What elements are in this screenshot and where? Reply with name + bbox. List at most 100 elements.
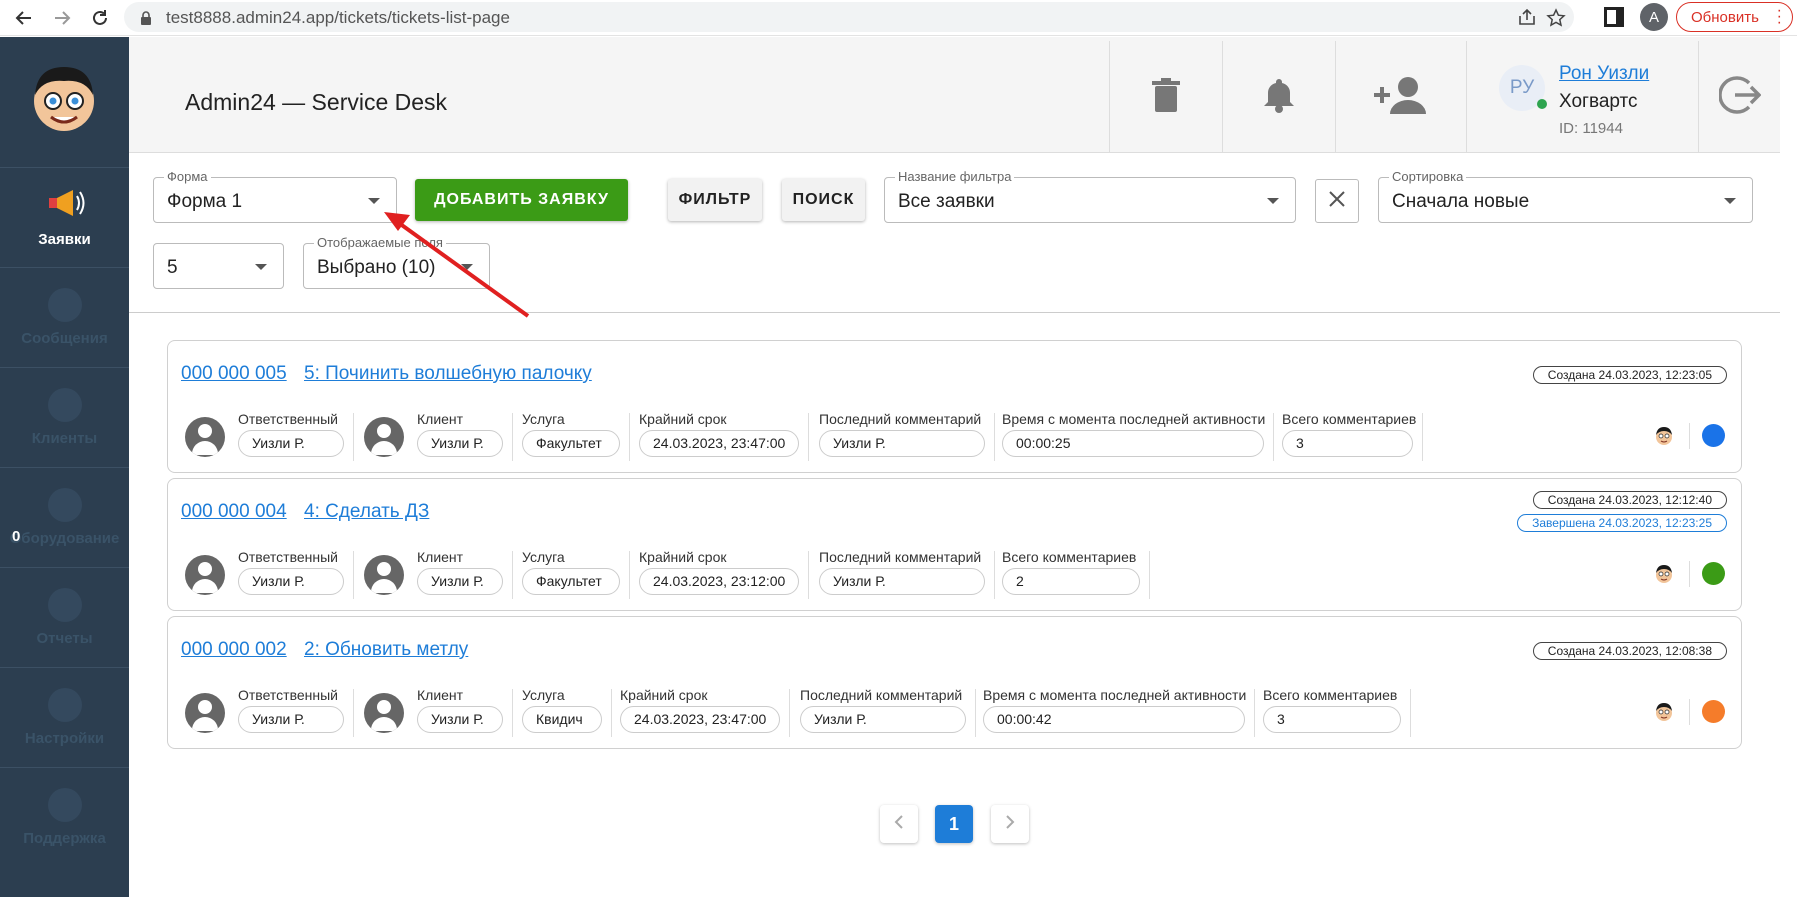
sidebar-label-tickets: Заявки xyxy=(38,230,91,248)
sidebar-item-messages[interactable]: Сообщения xyxy=(0,267,129,367)
sidebar-item-tickets[interactable]: Заявки xyxy=(0,167,129,267)
user-org: Хогвартс xyxy=(1559,91,1638,112)
search-button[interactable]: ПОИСК xyxy=(782,179,865,221)
sidebar-item-clients[interactable]: Клиенты xyxy=(0,367,129,467)
divider xyxy=(1689,423,1690,449)
divider xyxy=(1422,413,1423,461)
field-deadline: Крайний срок 24.03.2023, 23:12:00 xyxy=(639,549,799,595)
form-select-label: Форма xyxy=(164,169,211,184)
ticket-title-link[interactable]: 4: Сделать ДЗ xyxy=(304,501,429,523)
person-icon xyxy=(185,555,225,595)
divider xyxy=(808,413,809,461)
sidebar-label-settings: Настройки xyxy=(24,730,105,747)
filter-name-label: Название фильтра xyxy=(895,169,1015,184)
created-badge: Создана 24.03.2023, 12:08:38 xyxy=(1532,642,1727,660)
field-assignee: Ответственный Уизли Р. xyxy=(238,411,344,457)
divider xyxy=(512,413,513,461)
visible-fields-select[interactable]: Отображаемые поля Выбрано (10) xyxy=(303,235,490,289)
user-id: ID: 11944 xyxy=(1559,120,1623,137)
divider xyxy=(629,551,630,599)
app-header: Admin24 — Service Desk РУ Рон Уизли Хогв… xyxy=(129,37,1780,153)
equipment-icon xyxy=(47,488,82,522)
sidebar-badge: 0 xyxy=(12,528,21,545)
field-last-comment: Последний комментарий Уизли Р. xyxy=(819,411,985,457)
field-idle-time: Время с момента последней активности 00:0… xyxy=(983,687,1246,733)
field-service: Услуга Факультет xyxy=(522,549,620,595)
address-bar[interactable]: test8888.admin24.app/tickets/tickets-lis… xyxy=(124,2,1574,32)
form-select-value: Форма 1 xyxy=(167,191,243,212)
page-size-select[interactable]: 5 xyxy=(153,243,284,289)
ticket-number-link[interactable]: 000 000 004 xyxy=(181,501,287,523)
divider xyxy=(353,551,354,599)
form-select[interactable]: Форма Форма 1 xyxy=(153,169,397,223)
user-name-link[interactable]: Рон Уизли xyxy=(1559,63,1649,85)
clear-filter-button[interactable] xyxy=(1315,179,1359,223)
created-badge: Создана 24.03.2023, 12:23:05 xyxy=(1532,366,1727,384)
filter-button[interactable]: ФИЛЬТР xyxy=(668,179,762,221)
add-user-button[interactable] xyxy=(1335,41,1466,153)
created-badge: Создана 24.03.2023, 12:12:40 xyxy=(1532,491,1727,509)
back-icon[interactable] xyxy=(10,4,38,32)
field-client: Клиент Уизли Р. xyxy=(417,549,503,595)
chevron-down-icon xyxy=(1267,198,1279,204)
sidebar-item-reports[interactable]: Отчеты xyxy=(0,567,129,667)
page-button-current[interactable]: 1 xyxy=(935,805,973,843)
users-icon xyxy=(47,388,82,422)
filter-name-select[interactable]: Название фильтра Все заявки xyxy=(884,169,1296,223)
ticket-title-link[interactable]: 2: Обновить метлу xyxy=(304,639,468,661)
ticket-card[interactable]: 000 000 005 5: Починить волшебную палочк… xyxy=(167,340,1742,473)
field-service: Услуга Факультет xyxy=(522,411,620,457)
sort-select[interactable]: Сортировка Сначала новые xyxy=(1378,169,1753,223)
divider xyxy=(994,413,995,461)
status-indicator xyxy=(1702,700,1725,723)
online-indicator xyxy=(1537,99,1547,109)
chevron-down-icon xyxy=(368,198,380,204)
sidebar-item-equipment[interactable]: Оборудование xyxy=(0,467,129,567)
visible-fields-label: Отображаемые поля xyxy=(314,235,446,250)
trash-button[interactable] xyxy=(1109,41,1222,153)
field-assignee: Ответственный Уизли Р. xyxy=(238,549,344,595)
menu-icon[interactable]: · · · xyxy=(1777,3,1782,31)
status-indicator xyxy=(1702,424,1725,447)
field-client: Клиент Уизли Р. xyxy=(417,687,503,733)
status-indicator xyxy=(1702,562,1725,585)
chat-icon xyxy=(47,288,82,322)
sidebar-item-support[interactable]: Поддержка xyxy=(0,767,129,867)
field-deadline: Крайний срок 24.03.2023, 23:47:00 xyxy=(620,687,780,733)
ticket-number-link[interactable]: 000 000 002 xyxy=(181,639,287,661)
next-page-button[interactable] xyxy=(991,805,1029,843)
divider xyxy=(629,413,630,461)
sidebar-item-settings[interactable]: Настройки xyxy=(0,667,129,767)
divider xyxy=(808,551,809,599)
person-icon xyxy=(364,693,404,733)
ticket-card[interactable]: 000 000 004 4: Сделать ДЗ Создана 24.03.… xyxy=(167,478,1742,611)
prev-page-button[interactable] xyxy=(880,805,918,843)
sidebar-label-support: Поддержка xyxy=(23,830,106,847)
ticket-fields: Ответственный Уизли Р. Клиент Уизли Р. Усл… xyxy=(168,687,1743,737)
divider xyxy=(512,551,513,599)
sidepanel-icon[interactable] xyxy=(1604,7,1624,27)
logout-button[interactable] xyxy=(1698,41,1780,153)
assignee-avatar-icon xyxy=(1654,564,1674,584)
reload-icon[interactable] xyxy=(86,4,114,32)
share-icon[interactable] xyxy=(1517,8,1537,31)
divider xyxy=(353,413,354,461)
ticket-title-link[interactable]: 5: Починить волшебную палочку xyxy=(304,363,592,385)
star-icon[interactable] xyxy=(1546,8,1566,33)
sidebar-label-messages: Сообщения xyxy=(21,330,108,347)
add-ticket-button[interactable]: ДОБАВИТЬ ЗАЯВКУ xyxy=(415,179,628,221)
field-client: Клиент Уизли Р. xyxy=(417,411,503,457)
assignee-avatar-icon xyxy=(1654,426,1674,446)
update-button[interactable]: Обновить · · · xyxy=(1676,2,1793,32)
sidebar: Заявки Сообщения Клиенты Оборудование От… xyxy=(0,37,129,897)
update-label: Обновить xyxy=(1691,8,1759,26)
visible-fields-value: Выбрано (10) xyxy=(317,257,436,278)
profile-avatar[interactable]: A xyxy=(1640,3,1668,31)
ticket-card[interactable]: 000 000 002 2: Обновить метлу Создана 24… xyxy=(167,616,1742,749)
notifications-button[interactable] xyxy=(1222,41,1335,153)
close-icon xyxy=(1328,190,1346,213)
logo-icon[interactable] xyxy=(27,61,101,135)
sort-label: Сортировка xyxy=(1389,169,1467,184)
forward-icon[interactable] xyxy=(48,4,76,32)
ticket-number-link[interactable]: 000 000 005 xyxy=(181,363,287,385)
